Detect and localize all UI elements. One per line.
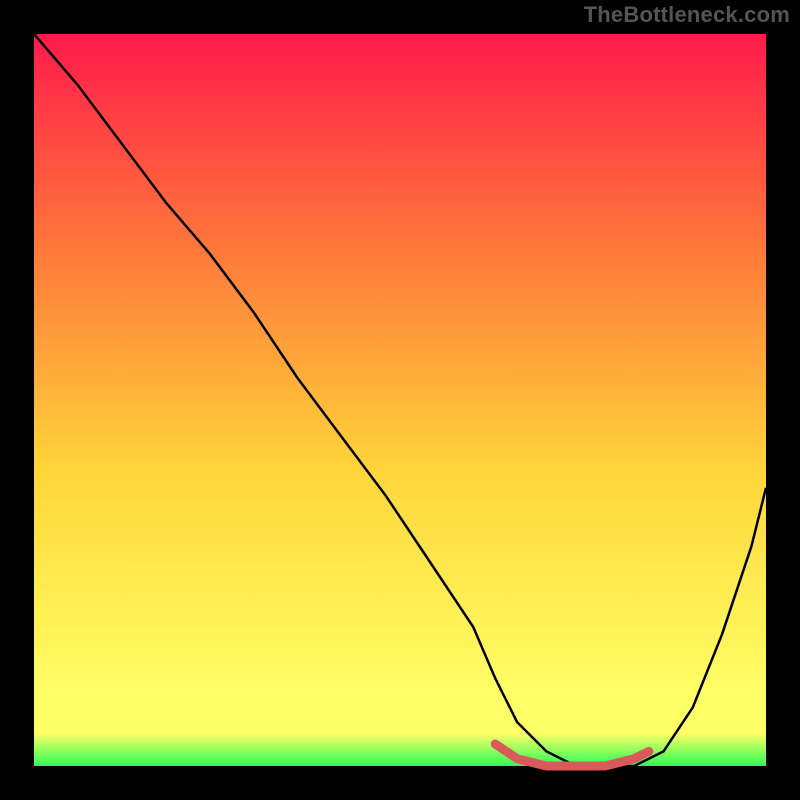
bottleneck-chart <box>0 0 800 800</box>
gradient-background <box>34 34 766 766</box>
chart-container: TheBottleneck.com <box>0 0 800 800</box>
watermark-text: TheBottleneck.com <box>584 2 790 28</box>
